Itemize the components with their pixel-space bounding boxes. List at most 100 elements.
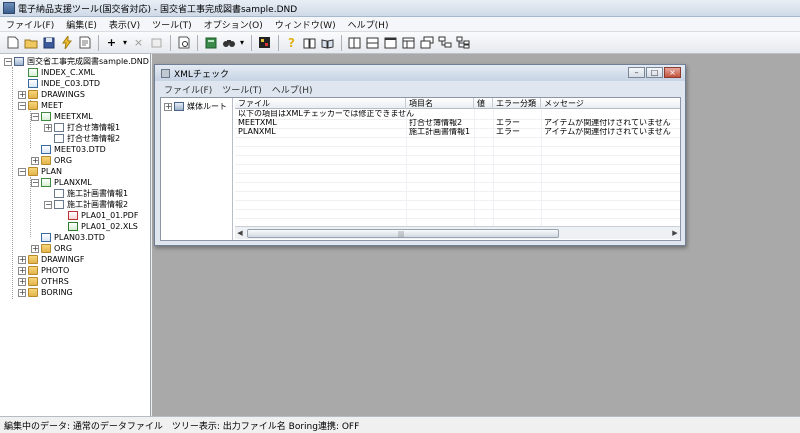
column-header-message[interactable]: メッセージ bbox=[541, 98, 680, 109]
collapse-icon[interactable]: − bbox=[31, 112, 39, 121]
child-menu-tools[interactable]: ツール(T) bbox=[217, 83, 267, 96]
project-tree[interactable]: − 国交省工事完成図書sample.DND INDEX_C.XML INDE_C… bbox=[0, 54, 151, 416]
layout-window-icon[interactable] bbox=[382, 34, 399, 51]
child-menu-file[interactable]: ファイル(F) bbox=[159, 83, 217, 96]
xml-check-titlebar[interactable]: XMLチェック – □ × bbox=[155, 65, 685, 81]
menu-tools[interactable]: ツール(T) bbox=[146, 18, 198, 31]
open-folder-icon[interactable] bbox=[22, 34, 39, 51]
child-menu-help[interactable]: ヘルプ(H) bbox=[267, 83, 318, 96]
cut-icon[interactable] bbox=[148, 34, 165, 51]
tree-node-plan-dtd[interactable]: PLAN03.DTD bbox=[31, 232, 105, 243]
tree-node-index-dtd[interactable]: INDE_C03.DTD bbox=[18, 78, 100, 89]
horizontal-scrollbar[interactable]: ◀ ||| ▶ bbox=[235, 226, 680, 239]
new-file-icon[interactable] bbox=[4, 34, 21, 51]
tree-node-meet-dtd[interactable]: MEET03.DTD bbox=[31, 144, 106, 155]
document-property-icon[interactable] bbox=[76, 34, 93, 51]
open-book-icon[interactable] bbox=[319, 34, 336, 51]
row-divider bbox=[235, 200, 680, 201]
hierarchy-view-icon[interactable] bbox=[454, 34, 471, 51]
tree-node-plan[interactable]: − PLAN bbox=[18, 166, 62, 177]
tree-node-drawings[interactable]: + DRAWINGS bbox=[18, 89, 85, 100]
tree-node-photo[interactable]: + PHOTO bbox=[18, 265, 69, 276]
layout-split-vertical-icon[interactable] bbox=[346, 34, 363, 51]
collapse-icon[interactable]: − bbox=[18, 101, 26, 110]
expand-icon[interactable]: + bbox=[18, 288, 26, 297]
xml-check-title: XMLチェック bbox=[174, 69, 229, 80]
layout-cascade-icon[interactable] bbox=[418, 34, 435, 51]
tree-node-label: MEETXML bbox=[54, 112, 93, 121]
expand-icon[interactable]: + bbox=[44, 123, 52, 132]
expand-icon[interactable]: + bbox=[18, 266, 26, 275]
expand-icon[interactable]: + bbox=[18, 255, 26, 264]
tree-node-boring[interactable]: + BORING bbox=[18, 287, 73, 298]
tree-node-pla01-pdf[interactable]: PLA01_01.PDF bbox=[58, 210, 138, 221]
checker-icon[interactable] bbox=[256, 34, 273, 51]
binoculars-dropdown-arrow-icon[interactable]: ▾ bbox=[238, 34, 246, 51]
close-icon[interactable]: × bbox=[664, 67, 681, 78]
tree-node-construction-plan-2[interactable]: − 施工計画書情報2 bbox=[44, 199, 128, 210]
column-header-value[interactable]: 値 bbox=[474, 98, 493, 109]
tree-node-label: BORING bbox=[41, 288, 73, 297]
tree-node-root[interactable]: − 国交省工事完成図書sample.DND bbox=[4, 56, 149, 67]
save-icon[interactable] bbox=[40, 34, 57, 51]
menu-options[interactable]: オプション(O) bbox=[198, 18, 269, 31]
tree-view-icon[interactable] bbox=[436, 34, 453, 51]
tree-node-othrs[interactable]: + OTHRS bbox=[18, 276, 69, 287]
table-row[interactable]: PLANXML 施工計画書情報1 エラー アイテムが関連付けされていません bbox=[235, 128, 680, 136]
column-header-error-type[interactable]: エラー分類 bbox=[493, 98, 541, 109]
folder-icon bbox=[28, 167, 38, 176]
menu-edit[interactable]: 編集(E) bbox=[60, 18, 103, 31]
column-header-file[interactable]: ファイル bbox=[235, 98, 406, 109]
tree-node-meet[interactable]: − MEET bbox=[18, 100, 63, 111]
menu-window[interactable]: ウィンドウ(W) bbox=[269, 18, 342, 31]
tree-node-label: MEET bbox=[41, 101, 63, 110]
layout-split-horizontal-icon[interactable] bbox=[364, 34, 381, 51]
add-dropdown-arrow-icon[interactable]: ▾ bbox=[121, 34, 129, 51]
table-row[interactable]: 以下の項目はXMLチェッカーでは修正できません bbox=[235, 110, 680, 118]
tree-node-meetxml[interactable]: − MEETXML bbox=[31, 111, 93, 122]
media-root-node[interactable]: + 媒体ルート bbox=[164, 101, 227, 112]
manual-book-icon[interactable] bbox=[301, 34, 318, 51]
minimize-icon[interactable]: – bbox=[628, 67, 645, 78]
error-list-table[interactable]: ファイル 項目名 値 エラー分類 メッセージ 以下の項目はXMLチェッカーでは修… bbox=[235, 98, 680, 240]
scroll-right-icon[interactable]: ▶ bbox=[670, 228, 680, 239]
lightning-icon[interactable] bbox=[58, 34, 75, 51]
collapse-icon[interactable]: − bbox=[31, 178, 39, 187]
book-icon[interactable] bbox=[202, 34, 219, 51]
tree-node-pla01-xls[interactable]: PLA01_02.XLS bbox=[58, 221, 138, 232]
media-tree[interactable]: + 媒体ルート bbox=[161, 98, 233, 240]
tree-node-drawingf[interactable]: + DRAWINGF bbox=[18, 254, 84, 265]
collapse-icon[interactable]: − bbox=[44, 200, 52, 209]
help-icon[interactable]: ? bbox=[283, 34, 300, 51]
print-preview-icon[interactable] bbox=[175, 34, 192, 51]
expand-icon[interactable]: + bbox=[18, 277, 26, 286]
binoculars-icon[interactable] bbox=[220, 34, 237, 51]
expand-icon[interactable]: + bbox=[31, 244, 39, 253]
tree-node-meet-org[interactable]: + ORG bbox=[31, 155, 72, 166]
menu-help[interactable]: ヘルプ(H) bbox=[342, 18, 395, 31]
maximize-icon[interactable]: □ bbox=[646, 67, 663, 78]
tree-node-meeting-record-2[interactable]: 打合せ簿情報2 bbox=[44, 133, 120, 144]
menu-file[interactable]: ファイル(F) bbox=[0, 18, 60, 31]
tree-node-plan-org[interactable]: + ORG bbox=[31, 243, 72, 254]
dtd-file-icon bbox=[28, 79, 38, 88]
layout-grid-icon[interactable] bbox=[400, 34, 417, 51]
column-header-item[interactable]: 項目名 bbox=[406, 98, 474, 109]
add-button[interactable]: + bbox=[103, 34, 120, 51]
tree-node-meeting-record-1[interactable]: + 打合せ簿情報1 bbox=[44, 122, 120, 133]
xml-check-window[interactable]: XMLチェック – □ × ファイル(F) ツール(T) ヘルプ(H) + 媒体… bbox=[154, 64, 686, 246]
menu-view[interactable]: 表示(V) bbox=[103, 18, 146, 31]
scroll-left-icon[interactable]: ◀ bbox=[235, 228, 245, 239]
window-titlebar[interactable]: 電子納品支援ツール(国交省対応) - 国交省工事完成図書sample.DND bbox=[0, 0, 800, 17]
collapse-icon[interactable]: − bbox=[4, 57, 12, 66]
expand-icon[interactable]: + bbox=[164, 102, 172, 111]
expand-icon[interactable]: + bbox=[31, 156, 39, 165]
scrollbar-thumb[interactable]: ||| bbox=[247, 228, 559, 238]
tree-node-planxml[interactable]: − PLANXML bbox=[31, 177, 92, 188]
expand-icon[interactable]: + bbox=[18, 90, 26, 99]
collapse-icon[interactable]: − bbox=[18, 167, 26, 176]
table-row[interactable]: MEETXML 打合せ簿情報2 エラー アイテムが関連付けされていません bbox=[235, 119, 680, 127]
delete-button[interactable]: × bbox=[130, 34, 147, 51]
tree-node-construction-plan-1[interactable]: 施工計画書情報1 bbox=[44, 188, 128, 199]
tree-node-index-xml[interactable]: INDEX_C.XML bbox=[18, 67, 95, 78]
